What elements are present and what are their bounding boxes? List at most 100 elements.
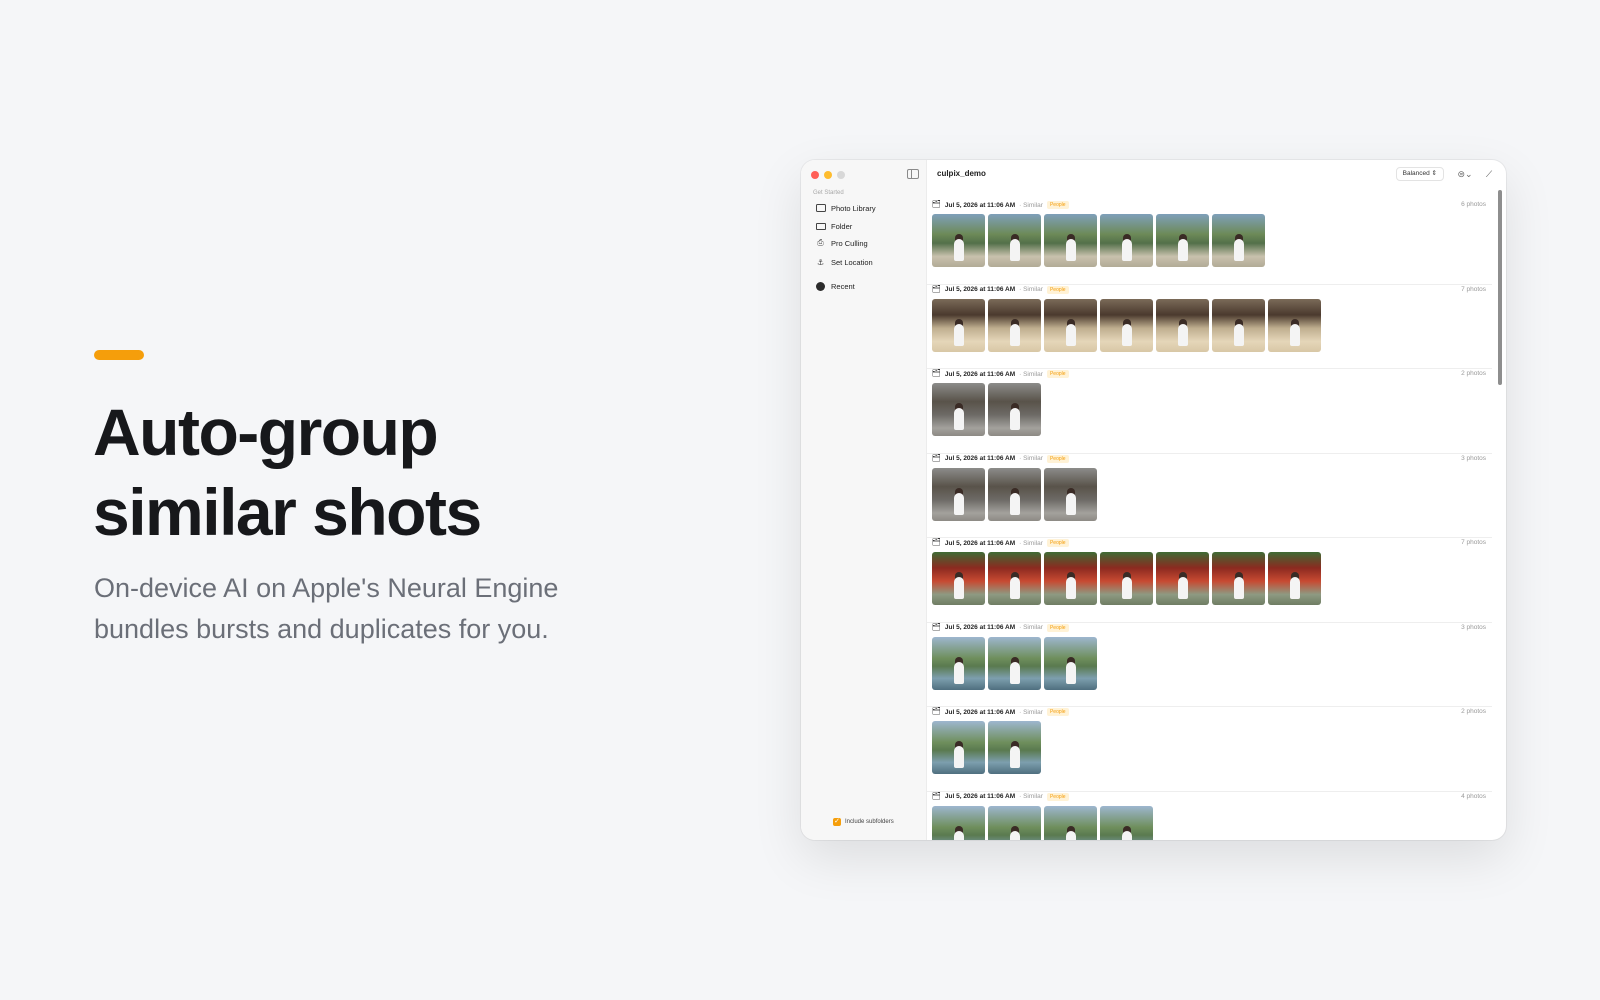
photo-thumbnail[interactable]: [988, 552, 1041, 605]
group-date: Jul 5, 2026 at 11:06 AM: [944, 455, 1016, 462]
photo-thumbnail[interactable]: [1156, 552, 1209, 605]
sidebar-item-label: Folder: [831, 221, 853, 231]
photo-thumbnail[interactable]: [988, 298, 1041, 352]
person-figure: [953, 746, 964, 768]
photo-thumbnail[interactable]: [1044, 467, 1097, 521]
group-kind: · Similar: [1019, 286, 1043, 293]
photo-thumbnail[interactable]: [1100, 214, 1153, 267]
person-figure: [1233, 323, 1244, 346]
zoom-button[interactable]: [837, 171, 845, 179]
subtitle-line-2: bundles bursts and duplicates for you.: [94, 614, 549, 644]
sidebar-item-folder[interactable]: Folder: [815, 220, 852, 232]
photo-thumbnail[interactable]: [988, 383, 1041, 436]
photo-thumbnail[interactable]: [1212, 552, 1265, 605]
photo-group[interactable]: 🗂 Jul 5, 2026 at 11:06 AM · Similar Peop…: [927, 707, 1492, 792]
photo-thumbnail[interactable]: [1212, 214, 1265, 267]
photo-thumbnail[interactable]: [1156, 298, 1209, 352]
photo-thumbnail[interactable]: [1100, 552, 1153, 605]
photo-thumbnail[interactable]: [1044, 552, 1097, 605]
person-figure: [1009, 830, 1020, 840]
sidebar-item-set-location[interactable]: ⚓ Set Location: [815, 256, 873, 268]
photos-icon: [815, 204, 826, 213]
sidebar-item-recent[interactable]: Recent: [815, 280, 855, 292]
section-label: Get Started: [813, 190, 844, 196]
person-figure: [953, 323, 964, 346]
photo-group[interactable]: 🗂 Jul 5, 2026 at 11:06 AM · Similar Peop…: [927, 792, 1492, 840]
photo-group[interactable]: 🗂 Jul 5, 2026 at 11:06 AM · Similar Peop…: [927, 454, 1492, 538]
scrollbar-thumb[interactable]: [1498, 190, 1502, 385]
group-header: 🗂 Jul 5, 2026 at 11:06 AM · Similar Peop…: [932, 623, 1069, 633]
person-figure: [1065, 830, 1076, 840]
person-figure: [1065, 239, 1076, 261]
photo-thumbnail[interactable]: [1268, 552, 1321, 605]
photo-thumbnail[interactable]: [1044, 298, 1097, 352]
group-kind: · Similar: [1019, 455, 1043, 462]
photo-group[interactable]: 🗂 Jul 5, 2026 at 11:06 AM · Similar Peop…: [927, 285, 1492, 369]
group-count: 2 photos: [1461, 708, 1486, 715]
group-date: Jul 5, 2026 at 11:06 AM: [944, 708, 1016, 716]
group-count: 4 photos: [1461, 792, 1486, 800]
photo-thumbnail[interactable]: [988, 636, 1041, 690]
photo-thumbnail[interactable]: [1212, 298, 1265, 352]
photo-thumbnail[interactable]: [1044, 214, 1097, 267]
people-badge: People: [1046, 370, 1069, 378]
photo-group[interactable]: 🗂 Jul 5, 2026 at 11:06 AM · Similar Peop…: [927, 200, 1492, 285]
photo-group[interactable]: 🗂 Jul 5, 2026 at 11:06 AM · Similar Peop…: [927, 623, 1492, 707]
group-date: Jul 5, 2026 at 11:06 AM: [944, 370, 1016, 378]
person-figure: [1121, 239, 1132, 261]
group-header: 🗂 Jul 5, 2026 at 11:06 AM · Similar Peop…: [932, 707, 1069, 717]
group-stack-icon: 🗂: [932, 708, 941, 715]
photo-thumbnail[interactable]: [932, 552, 985, 605]
person-figure: [1009, 408, 1020, 430]
photo-thumbnail[interactable]: [1044, 805, 1097, 840]
people-badge: People: [1046, 454, 1069, 463]
group-date: Jul 5, 2026 at 11:06 AM: [944, 793, 1016, 800]
person-figure: [1009, 323, 1020, 346]
minimize-button[interactable]: [824, 171, 832, 179]
photo-thumbnail[interactable]: [932, 721, 985, 774]
people-badge: People: [1046, 708, 1069, 716]
photo-thumbnail[interactable]: [1156, 214, 1209, 267]
photo-thumbnail[interactable]: [932, 636, 985, 690]
photo-thumbnail[interactable]: [932, 214, 985, 267]
person-figure: [953, 830, 964, 840]
person-figure: [1177, 577, 1188, 599]
people-badge: People: [1046, 792, 1069, 801]
wand-icon[interactable]: ⟋: [1482, 167, 1496, 181]
photo-thumbnail[interactable]: [988, 805, 1041, 840]
sidebar-toggle-icon[interactable]: [907, 169, 919, 179]
window-title: culpix_demo: [937, 169, 986, 178]
sidebar-item-label: Photo Library: [831, 203, 876, 213]
group-stack-icon: 🗂: [932, 539, 941, 546]
group-header: 🗂 Jul 5, 2026 at 11:06 AM · Similar Peop…: [932, 454, 1069, 464]
checkbox-checked-icon[interactable]: ✓: [833, 818, 841, 826]
photo-thumbnail[interactable]: [988, 721, 1041, 774]
group-date: Jul 5, 2026 at 11:06 AM: [944, 624, 1016, 631]
sidebar-item-photo-library[interactable]: Photo Library: [815, 202, 876, 214]
photo-group[interactable]: 🗂 Jul 5, 2026 at 11:06 AM · Similar Peop…: [927, 369, 1492, 454]
photo-thumbnail[interactable]: [988, 214, 1041, 267]
photo-thumbnail[interactable]: [932, 467, 985, 521]
person-figure: [1065, 577, 1076, 599]
filter-icon[interactable]: ⊜⌄: [1454, 167, 1476, 181]
person-figure: [1289, 577, 1300, 599]
person-figure: [953, 577, 964, 599]
close-button[interactable]: [811, 171, 819, 179]
photo-thumbnail[interactable]: [988, 467, 1041, 521]
photo-thumbnail[interactable]: [1100, 298, 1153, 352]
photo-thumbnail[interactable]: [932, 805, 985, 840]
mode-select[interactable]: Balanced ⇕: [1395, 167, 1444, 181]
group-stack-icon: 🗂: [932, 792, 941, 800]
photo-thumbnail[interactable]: [932, 383, 985, 436]
person-figure: [1121, 577, 1132, 599]
photo-thumbnail[interactable]: [1044, 636, 1097, 690]
group-count: 7 photos: [1461, 539, 1486, 546]
photo-thumbnail[interactable]: [1100, 805, 1153, 840]
include-subfolders-toggle[interactable]: ✓ Include subfolders: [833, 818, 894, 826]
photo-thumbnail[interactable]: [1268, 298, 1321, 352]
sidebar-item-pro-culling[interactable]: ⎙ Pro Culling: [815, 237, 867, 249]
photo-thumbnail[interactable]: [932, 298, 985, 352]
photo-group[interactable]: 🗂 Jul 5, 2026 at 11:06 AM · Similar Peop…: [927, 538, 1492, 623]
accent-bar: [94, 350, 144, 360]
person-figure: [1121, 830, 1132, 840]
